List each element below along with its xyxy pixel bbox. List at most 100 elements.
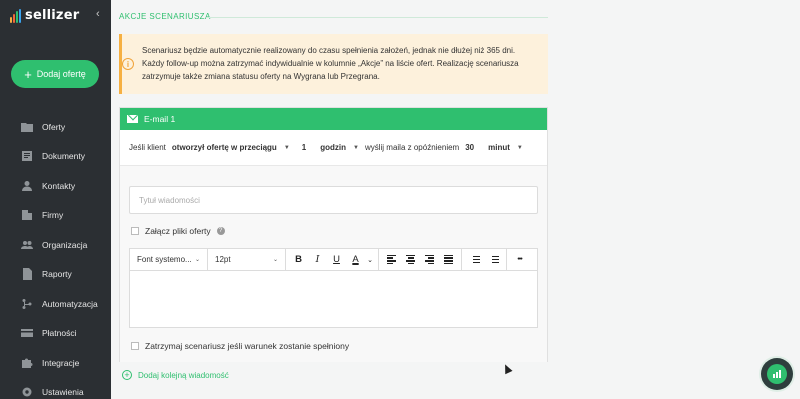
puzzle-icon bbox=[20, 357, 33, 368]
sidebar-item-automatyzacja[interactable]: Automatyzacja bbox=[0, 289, 111, 319]
sidebar-item-label: Firmy bbox=[42, 210, 64, 221]
sidebar-nav: Oferty Dokumenty Kontakty Firmy Organiza… bbox=[0, 112, 111, 399]
email-card: E-mail 1 Jeśli klient otworzył ofertę w … bbox=[119, 107, 548, 362]
email-header[interactable]: E-mail 1 bbox=[120, 108, 547, 130]
add-message-label: Dodaj kolejną wiadomość bbox=[138, 370, 229, 380]
sidebar-item-label: Kontakty bbox=[42, 180, 76, 191]
attach-files-label: Załącz pliki oferty bbox=[145, 226, 211, 236]
sidebar-item-oferty[interactable]: Oferty bbox=[0, 112, 111, 142]
numbered-list-icon[interactable] bbox=[466, 251, 483, 269]
font-family-value: Font systemo... bbox=[137, 255, 192, 264]
logo[interactable]: sellizer bbox=[10, 8, 79, 23]
rule-prefix: Jeśli klient bbox=[129, 143, 166, 152]
format-group: B I U A ⌄ bbox=[286, 248, 379, 271]
chart-bars-icon bbox=[767, 364, 787, 384]
italic-button[interactable]: I bbox=[309, 251, 326, 269]
unit-select-value: godzin bbox=[320, 143, 346, 152]
chevron-down-icon: ⌄ bbox=[272, 257, 278, 263]
sidebar-item-label: Ustawienia bbox=[42, 387, 84, 398]
align-right-icon[interactable] bbox=[421, 251, 438, 269]
help-icon[interactable]: ? bbox=[216, 227, 225, 235]
add-offer-label: Dodaj ofertę bbox=[36, 69, 86, 79]
mail-icon bbox=[127, 115, 138, 123]
align-left-icon[interactable] bbox=[383, 251, 400, 269]
sidebar-item-firmy[interactable]: Firmy bbox=[0, 201, 111, 231]
sidebar-item-raporty[interactable]: Raporty bbox=[0, 260, 111, 290]
email-header-label: E-mail 1 bbox=[144, 114, 176, 124]
font-size-value: 12pt bbox=[215, 255, 231, 264]
sidebar-item-label: Dokumenty bbox=[42, 151, 85, 162]
logo-bars-icon bbox=[10, 8, 21, 23]
chevron-left-icon[interactable]: ‹ bbox=[96, 8, 100, 20]
building-icon bbox=[20, 210, 33, 221]
align-group bbox=[379, 248, 462, 271]
people-icon bbox=[20, 239, 33, 250]
add-offer-button[interactable]: + Dodaj ofertę bbox=[11, 60, 99, 88]
caret-down-icon: ▼ bbox=[283, 144, 290, 151]
stop-scenario-row: Zatrzymaj scenariusz jeśli warunek zosta… bbox=[131, 341, 349, 351]
sidebar-item-label: Automatyzacja bbox=[42, 298, 98, 309]
stop-scenario-label: Zatrzymaj scenariusz jeśli warunek zosta… bbox=[145, 341, 350, 351]
sidebar-item-label: Organizacja bbox=[42, 239, 88, 250]
info-text: Scenariusz będzie automatycznie realizow… bbox=[142, 46, 519, 81]
sidebar-item-organizacja[interactable]: Organizacja bbox=[0, 230, 111, 260]
info-alert: i Scenariusz będzie automatycznie realiz… bbox=[119, 34, 548, 94]
info-icon: i bbox=[122, 58, 134, 70]
rich-text-editor: Font systemo... ⌄ 12pt ⌄ B I U A ⌄ ••• bbox=[129, 248, 538, 328]
chevron-down-icon: ⌄ bbox=[194, 257, 200, 263]
section-title: AKCJE SCENARIUSZA bbox=[119, 12, 211, 21]
document-icon bbox=[20, 151, 33, 162]
report-icon bbox=[20, 268, 33, 281]
underline-button[interactable]: U bbox=[328, 251, 345, 269]
rule-middle: wyślij maila z opóźnieniem bbox=[364, 143, 460, 152]
add-message-button[interactable]: + Dodaj kolejną wiadomość bbox=[122, 370, 229, 380]
delay-unit-select-value: minut bbox=[488, 143, 510, 152]
align-justify-icon[interactable] bbox=[440, 251, 457, 269]
editor-toolbar: Font systemo... ⌄ 12pt ⌄ B I U A ⌄ ••• bbox=[130, 248, 537, 271]
automation-icon bbox=[20, 298, 33, 309]
align-center-icon[interactable] bbox=[402, 251, 419, 269]
attach-files-row: Załącz pliki oferty ? bbox=[131, 226, 225, 236]
sidebar-item-integracje[interactable]: Integracje bbox=[0, 348, 111, 378]
sidebar-item-dokumenty[interactable]: Dokumenty bbox=[0, 142, 111, 172]
person-icon bbox=[20, 180, 33, 191]
subject-input[interactable]: Tytuł wiadomości bbox=[129, 186, 538, 214]
section-divider bbox=[206, 17, 548, 18]
logo-text: sellizer bbox=[25, 8, 80, 23]
amount-input[interactable]: 1 bbox=[302, 143, 306, 152]
action-select[interactable]: otworzył ofertę w przeciągu ▼ bbox=[172, 143, 290, 152]
more-group: ••• bbox=[507, 249, 532, 271]
list-group bbox=[462, 248, 507, 271]
plus-circle-icon: + bbox=[122, 370, 132, 380]
bullet-list-icon[interactable] bbox=[485, 251, 502, 269]
sidebar: sellizer ‹ + Dodaj ofertę Oferty Dokumen… bbox=[0, 0, 111, 399]
chevron-down-icon[interactable]: ⌄ bbox=[366, 251, 374, 269]
sidebar-item-platnosci[interactable]: Płatności bbox=[0, 319, 111, 349]
stop-scenario-checkbox[interactable] bbox=[131, 342, 139, 350]
main-content: AKCJE SCENARIUSZA i Scenariusz będzie au… bbox=[111, 0, 800, 399]
sidebar-item-kontakty[interactable]: Kontakty bbox=[0, 171, 111, 201]
sidebar-item-ustawienia[interactable]: Ustawienia bbox=[0, 378, 111, 399]
plus-icon: + bbox=[24, 66, 32, 82]
text-color-button[interactable]: A bbox=[347, 251, 364, 269]
card-icon bbox=[20, 328, 33, 339]
font-size-select[interactable]: 12pt ⌄ bbox=[208, 248, 286, 271]
action-select-value: otworzył ofertę w przeciągu bbox=[171, 143, 277, 152]
rule-row: Jeśli klient otworzył ofertę w przeciągu… bbox=[129, 143, 523, 152]
unit-select[interactable]: godzin ▼ bbox=[320, 143, 359, 152]
caret-down-icon: ▼ bbox=[516, 144, 523, 151]
sidebar-item-label: Raporty bbox=[42, 269, 72, 280]
sidebar-item-label: Płatności bbox=[42, 328, 77, 339]
attach-files-checkbox[interactable] bbox=[131, 227, 139, 235]
bold-button[interactable]: B bbox=[290, 251, 307, 269]
sidebar-item-label: Integracje bbox=[42, 357, 80, 368]
support-chat-button[interactable] bbox=[761, 358, 793, 390]
font-family-select[interactable]: Font systemo... ⌄ bbox=[130, 248, 208, 271]
sidebar-item-label: Oferty bbox=[42, 121, 66, 132]
delay-input[interactable]: 30 bbox=[465, 143, 474, 152]
gear-icon bbox=[20, 387, 33, 398]
caret-down-icon: ▼ bbox=[353, 144, 359, 151]
folder-icon bbox=[20, 121, 33, 132]
delay-unit-select[interactable]: minut ▼ bbox=[488, 143, 523, 152]
more-icon[interactable]: ••• bbox=[511, 251, 528, 269]
